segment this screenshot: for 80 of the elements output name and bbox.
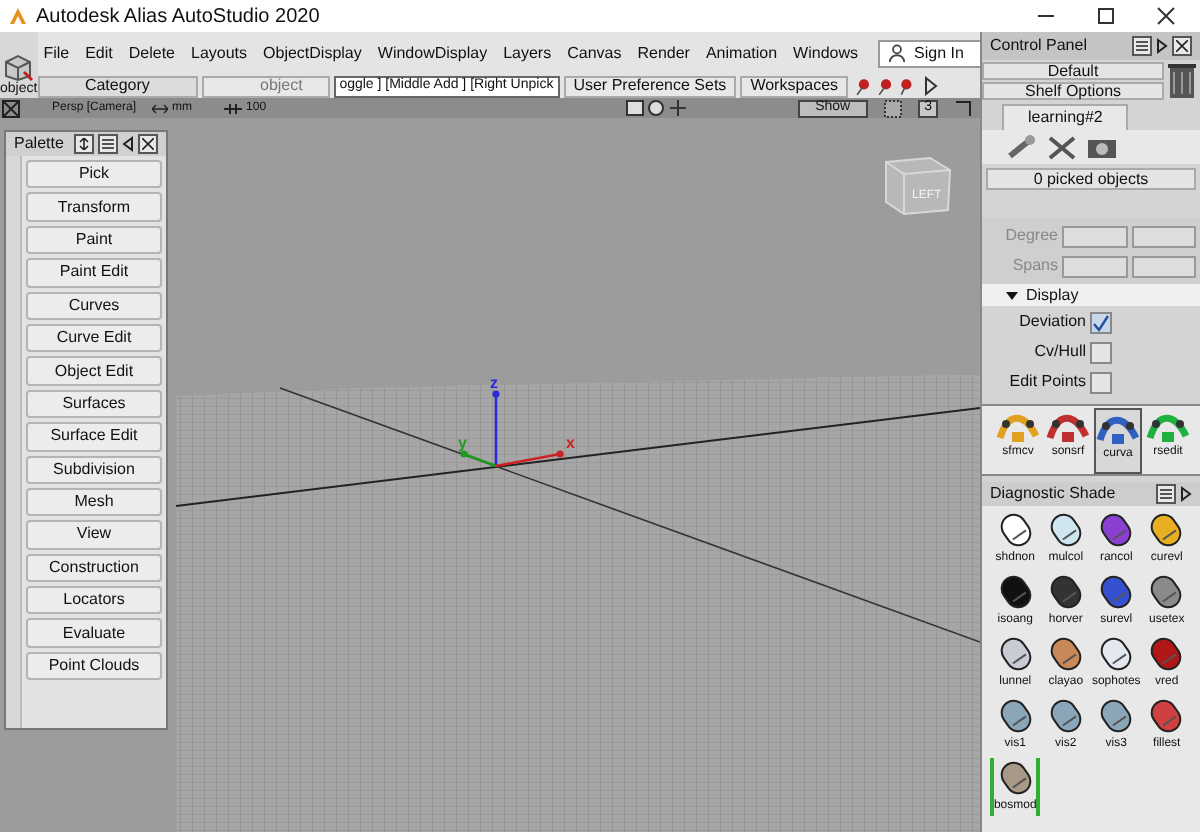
checkbox[interactable] (1090, 311, 1112, 333)
trash-icon[interactable] (1164, 60, 1200, 100)
menu-item[interactable]: WindowDisplay (377, 41, 488, 65)
axis-label: y (458, 434, 467, 452)
wrench-icon[interactable] (1006, 134, 1038, 160)
picked-objects-dropdown[interactable]: 0 picked objects (986, 168, 1196, 190)
field-label: Degree (1003, 224, 1058, 248)
option-label: Edit Points (1007, 370, 1086, 394)
close-icon[interactable] (1156, 6, 1176, 26)
list-icon[interactable] (1156, 484, 1176, 504)
menu-item[interactable]: Layouts (191, 41, 248, 65)
frame-icon[interactable] (884, 99, 903, 117)
close-icon[interactable] (138, 134, 158, 154)
cube-icon (2, 54, 35, 82)
palette-tab[interactable]: Object Edit (26, 356, 162, 386)
input-field[interactable] (1131, 255, 1196, 277)
expand-arrow-icon[interactable] (1180, 486, 1192, 502)
camera-icon[interactable] (1086, 134, 1118, 160)
list-icon[interactable] (98, 134, 118, 154)
list-icon[interactable] (1132, 36, 1152, 56)
menu-item[interactable]: Delete (128, 41, 175, 65)
close-icon[interactable] (1172, 36, 1192, 56)
layout-dropdown[interactable]: Default (982, 62, 1164, 80)
expand-arrow-icon[interactable] (1156, 38, 1168, 54)
scale-icon (224, 101, 243, 115)
palette-tab[interactable]: Evaluate (26, 618, 162, 648)
preference-sets-button[interactable]: User Preference Sets (563, 75, 737, 97)
menu-item[interactable]: Layers (503, 41, 552, 65)
palette-tab[interactable]: Pick (26, 160, 162, 189)
palette-tab[interactable]: Locators (26, 586, 162, 615)
menu-item[interactable]: Render (637, 41, 690, 65)
palette-tab[interactable]: Construction (26, 553, 162, 583)
palette-tab[interactable]: Curves (26, 291, 162, 320)
collapse-arrow-icon[interactable] (122, 136, 134, 152)
panel-title: Diagnostic Shade (990, 482, 1116, 506)
shelf-options-button[interactable]: Shelf Options (982, 82, 1164, 100)
palette-tab[interactable]: Transform (26, 192, 162, 222)
input-field[interactable] (1062, 255, 1127, 277)
user-icon (888, 44, 906, 62)
option-label: Deviation (1017, 310, 1086, 334)
checkbox[interactable] (1090, 341, 1112, 363)
tools-icon[interactable] (1046, 134, 1078, 160)
corner-icon[interactable] (954, 99, 972, 117)
palette-tab[interactable]: Subdivision (26, 455, 162, 484)
palette-tab[interactable]: Paint (26, 225, 162, 255)
palette-tab[interactable]: Paint Edit (26, 258, 162, 288)
menu-item[interactable]: Edit (85, 41, 113, 65)
menu-item[interactable]: File (43, 41, 70, 65)
axis-label: x (566, 434, 575, 452)
palette-tab[interactable]: Surface Edit (26, 422, 162, 452)
disclosure-triangle-icon[interactable] (1006, 289, 1018, 301)
maximize-icon[interactable] (1096, 6, 1116, 26)
resize-icon[interactable] (74, 134, 94, 154)
double-arrow-icon (152, 103, 169, 113)
menu-item[interactable]: Animation (705, 41, 778, 65)
sign-in-button[interactable]: Sign In (878, 39, 982, 67)
palette-title: Palette (14, 132, 64, 156)
category-dropdown[interactable]: Category (37, 75, 198, 97)
search-field[interactable]: object (201, 75, 330, 97)
palette-tab[interactable]: Curve Edit (26, 323, 162, 353)
palette-tab[interactable]: View (26, 520, 162, 550)
input-field[interactable] (1131, 225, 1196, 247)
app-logo-icon (8, 6, 28, 26)
workspaces-button[interactable]: Workspaces (740, 75, 849, 97)
menu-item[interactable]: Canvas (567, 41, 622, 65)
option-label: Cv/Hull (1032, 340, 1086, 364)
menu-item[interactable]: ObjectDisplay (263, 41, 362, 65)
window-title: Autodesk Alias AutoStudio 2020 (36, 3, 320, 31)
palette-tab[interactable]: Surfaces (26, 389, 162, 419)
palette-tab[interactable]: Mesh (26, 487, 162, 517)
axis-label: z (490, 374, 498, 392)
field-label: Spans (1010, 254, 1058, 278)
palette-tab[interactable]: Point Clouds (26, 651, 162, 681)
grip-bar[interactable] (6, 156, 22, 729)
menu-item[interactable]: Windows (793, 41, 858, 65)
expand-arrow-icon[interactable] (924, 76, 939, 96)
panel-title: Control Panel (990, 34, 1087, 58)
checkbox[interactable] (1090, 371, 1112, 393)
shelf-tab[interactable]: learning#2 (1002, 104, 1129, 130)
input-field[interactable] (1062, 225, 1127, 247)
